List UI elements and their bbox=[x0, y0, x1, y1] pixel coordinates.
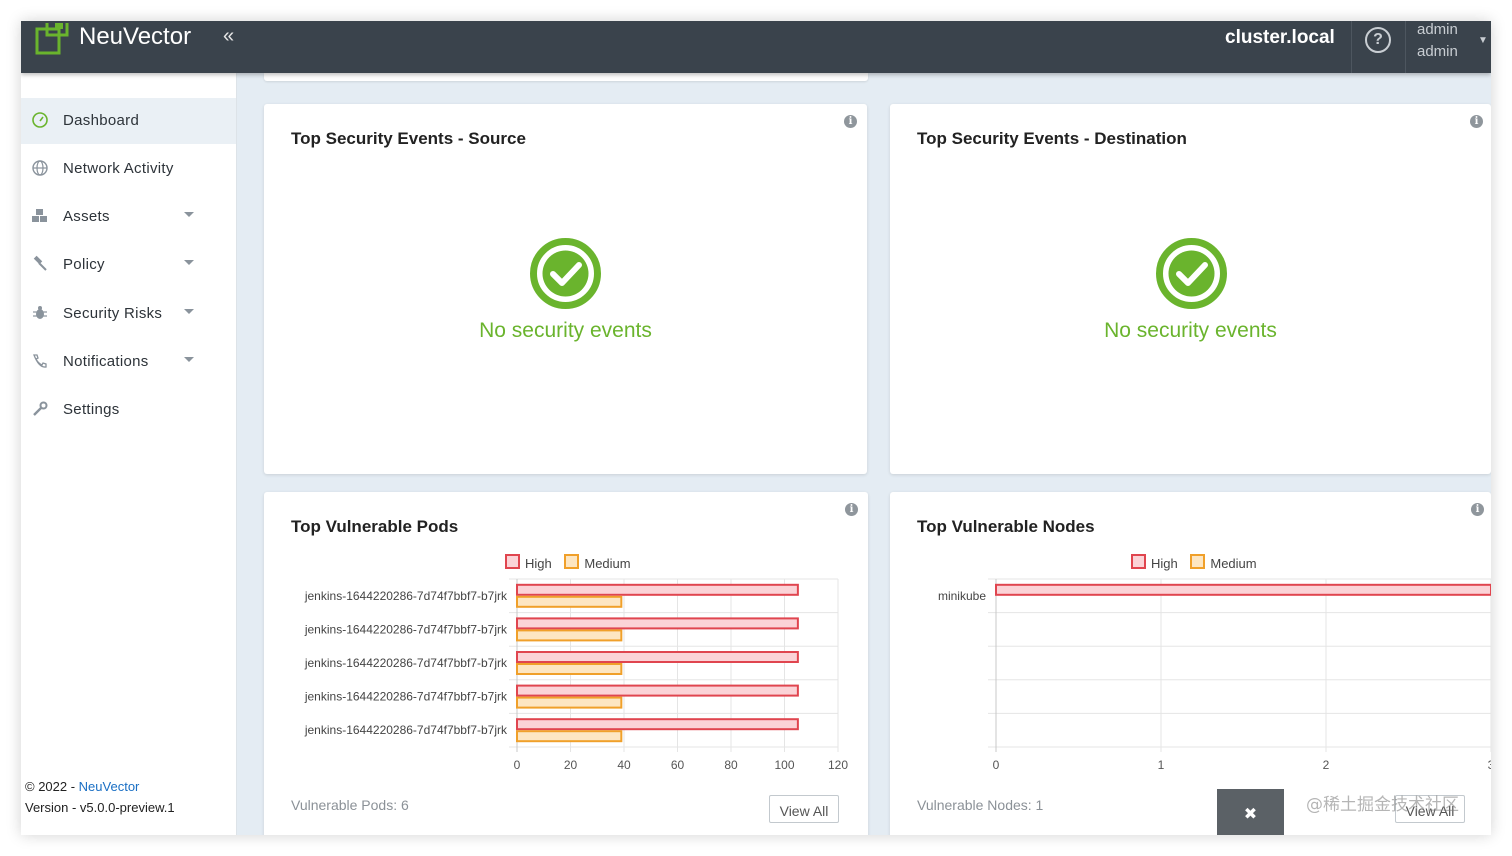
sidebar-item-security-risks[interactable]: Security Risks bbox=[21, 291, 236, 337]
x-tick-label: 120 bbox=[828, 758, 848, 772]
divider bbox=[1351, 21, 1352, 73]
y-tick-label: minikube bbox=[938, 589, 986, 603]
vulnerable-nodes-count: Vulnerable Nodes: 1 bbox=[917, 797, 1044, 813]
y-tick-label: jenkins-1644220286-7d74f7bbf7-b7jrk bbox=[304, 589, 508, 603]
sidebar-item-assets[interactable]: Assets bbox=[21, 194, 236, 240]
info-icon[interactable]: i bbox=[844, 115, 857, 128]
bar-medium bbox=[516, 730, 623, 743]
sidebar-item-label: Assets bbox=[63, 208, 110, 225]
bar-medium bbox=[516, 696, 623, 709]
x-tick-label: 3 bbox=[1488, 758, 1491, 772]
x-tick-label: 20 bbox=[564, 758, 578, 772]
bar-high bbox=[995, 583, 1491, 596]
card-edge bbox=[264, 73, 868, 81]
sidebar-item-label: Notifications bbox=[63, 353, 149, 370]
neuvector-logo-icon bbox=[35, 23, 69, 55]
copyright: © 2022 - NeuVector bbox=[25, 779, 139, 794]
view-all-pods-button[interactable]: View All bbox=[769, 795, 839, 823]
wrench-icon bbox=[33, 401, 48, 416]
nodes-bar-chart: 0 1 2 3 minikube bbox=[938, 578, 1491, 772]
cubes-icon bbox=[32, 209, 47, 222]
user-menu-chevron-down-icon[interactable]: ▼ bbox=[1478, 35, 1488, 46]
card-title: Top Security Events - Source bbox=[291, 129, 526, 148]
bar-high bbox=[516, 718, 799, 731]
no-events-message: No security events bbox=[1104, 319, 1277, 342]
dashboard-gauge-icon bbox=[32, 112, 48, 128]
card-top-security-events-source: Top Security Events - Source i No securi… bbox=[264, 104, 867, 474]
user-name[interactable]: admin bbox=[1417, 21, 1458, 38]
sidebar-item-settings[interactable]: Settings bbox=[21, 387, 236, 433]
sidebar: Dashboard Network Activity Assets Policy… bbox=[21, 73, 237, 835]
x-tick-label: 40 bbox=[617, 758, 631, 772]
globe-icon bbox=[32, 160, 48, 176]
bar-high bbox=[516, 583, 799, 596]
x-tick-label: 0 bbox=[514, 758, 521, 772]
x-tick-label: 60 bbox=[671, 758, 685, 772]
sidebar-item-label: Security Risks bbox=[63, 305, 163, 322]
card-top-vulnerable-nodes: Top Vulnerable Nodes i High Medium 0123m… bbox=[890, 492, 1491, 835]
watermark-text: @稀土掘金技术社区 bbox=[1306, 795, 1459, 815]
check-circle-icon bbox=[530, 238, 601, 309]
y-tick-label: jenkins-1644220286-7d74f7bbf7-b7jrk bbox=[304, 723, 508, 737]
company-link[interactable]: NeuVector bbox=[79, 779, 140, 794]
sidebar-item-notifications[interactable]: Notifications bbox=[21, 339, 236, 385]
x-tick-label: 100 bbox=[774, 758, 794, 772]
x-tick-label: 2 bbox=[1323, 758, 1330, 772]
gavel-icon bbox=[33, 255, 47, 271]
collapse-sidebar-icon[interactable]: « bbox=[223, 25, 234, 48]
bar-high bbox=[516, 617, 799, 630]
y-tick-label: jenkins-1644220286-7d74f7bbf7-b7jrk bbox=[304, 656, 508, 670]
sidebar-item-network-activity[interactable]: Network Activity bbox=[21, 146, 236, 192]
user-role[interactable]: admin bbox=[1417, 43, 1458, 60]
sidebar-item-label: Network Activity bbox=[63, 160, 174, 177]
pods-bar-chart: 0 20 40 60 80 100 120 jenkins-1644220286-7d74f7… bbox=[304, 578, 848, 772]
brand-name: NeuVector bbox=[79, 23, 192, 50]
bar-medium bbox=[516, 595, 623, 608]
top-navbar: NeuVector « cluster.local ? admin admin … bbox=[21, 21, 1491, 73]
info-icon[interactable]: i bbox=[1470, 115, 1483, 128]
card-top-security-events-destination: Top Security Events - Destination i No s… bbox=[890, 104, 1491, 474]
y-tick-label: jenkins-1644220286-7d74f7bbf7-b7jrk bbox=[304, 690, 508, 704]
chevron-down-icon bbox=[184, 357, 194, 362]
no-events-message: No security events bbox=[479, 319, 652, 342]
bar-high bbox=[516, 651, 799, 663]
x-tick-label: 80 bbox=[724, 758, 738, 772]
chevron-down-icon bbox=[184, 309, 194, 314]
bar-medium bbox=[516, 663, 623, 675]
card-top-vulnerable-pods: Top Vulnerable Pods i High Medium 0 20 40 6… bbox=[264, 492, 868, 835]
chevron-down-icon bbox=[184, 260, 194, 265]
sidebar-item-label: Dashboard bbox=[63, 112, 140, 129]
y-tick-label: jenkins-1644220286-7d74f7bbf7-b7jrk bbox=[304, 622, 508, 636]
version-text: Version - v5.0.0-preview.1 bbox=[25, 800, 175, 815]
chevron-down-icon bbox=[184, 212, 194, 217]
bug-icon bbox=[33, 306, 47, 319]
app-window: NeuVector « cluster.local ? admin admin … bbox=[21, 21, 1491, 835]
x-tick-label: 1 bbox=[1158, 758, 1165, 772]
card-title: Top Security Events - Destination bbox=[917, 129, 1187, 148]
cluster-name[interactable]: cluster.local bbox=[1225, 27, 1335, 49]
sidebar-item-label: Settings bbox=[63, 401, 120, 418]
bar-high bbox=[516, 684, 799, 697]
sidebar-item-dashboard[interactable]: Dashboard bbox=[21, 98, 236, 144]
sidebar-item-policy[interactable]: Policy bbox=[21, 242, 236, 288]
check-circle-icon bbox=[1156, 238, 1227, 309]
phone-icon bbox=[33, 354, 47, 368]
close-icon[interactable]: ✖ bbox=[1217, 789, 1284, 835]
bar-medium bbox=[516, 629, 623, 642]
copyright-text: © 2022 - bbox=[25, 779, 79, 794]
vulnerable-pods-count: Vulnerable Pods: 6 bbox=[291, 797, 409, 813]
x-tick-label: 0 bbox=[993, 758, 1000, 772]
sidebar-item-label: Policy bbox=[63, 256, 105, 273]
help-icon[interactable]: ? bbox=[1365, 27, 1391, 53]
divider bbox=[1405, 21, 1406, 73]
